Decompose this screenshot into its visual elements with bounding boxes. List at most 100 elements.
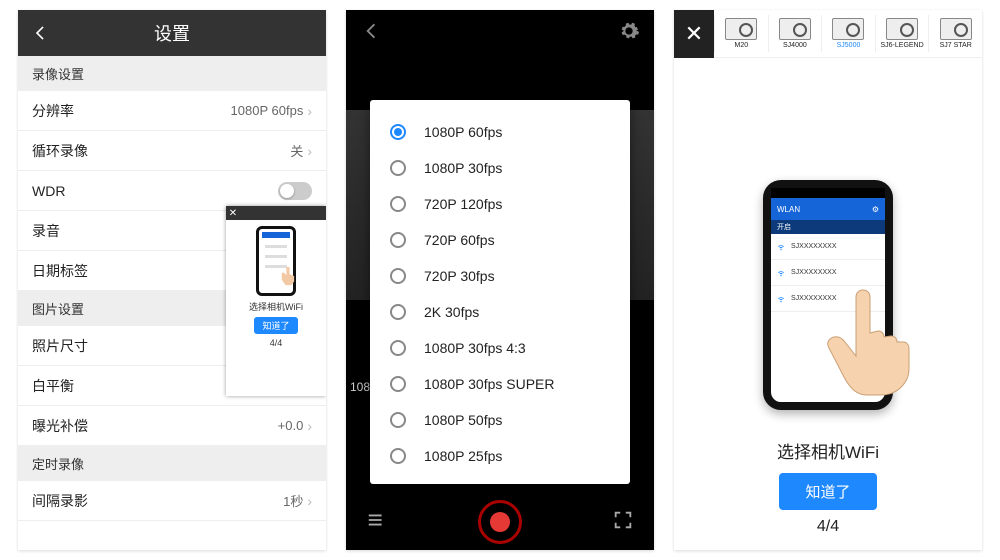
back-button[interactable] [30, 10, 50, 56]
tutorial-caption: 选择相机WiFi [777, 438, 879, 463]
resolution-option[interactable]: 1080P 30fps 4:3 [380, 330, 620, 366]
back-button[interactable] [360, 20, 382, 47]
camera-tab[interactable]: SJ6-LEGEND [875, 15, 929, 52]
wifi-tutorial-panel: ✕ M20 SJ4000 SJ5000 SJ6-LEGEND SJ7 STAR WLAN… [674, 10, 982, 550]
row-wdr[interactable]: WDR [18, 171, 326, 211]
section-video: 录像设置 [18, 56, 326, 91]
resolution-option[interactable]: 2K 30fps [380, 294, 620, 330]
hand-pointer-icon [823, 280, 943, 400]
mini-tutorial-overlay: ✕ 选择相机WiFi 知道了 4/4 [226, 206, 326, 396]
resolution-option[interactable]: 720P 120fps [380, 186, 620, 222]
radio-icon [390, 196, 406, 212]
chevron-right-icon: › [307, 103, 312, 119]
phone-gear-icon: ⚙ [872, 205, 879, 214]
wifi-icon [777, 243, 785, 251]
row-label: 日期标签 [32, 261, 88, 281]
row-value: 1080P 60fps [231, 103, 304, 118]
camera-tab[interactable]: SJ7 STAR [928, 15, 982, 52]
mini-pager: 4/4 [270, 338, 283, 348]
close-icon[interactable]: ✕ [226, 206, 240, 220]
wdr-toggle[interactable] [278, 182, 312, 200]
mini-caption: 选择相机WiFi [249, 300, 303, 313]
option-label: 1080P 50fps [424, 412, 502, 428]
camera-tab[interactable]: SJ5000 [821, 15, 875, 52]
settings-header: 设置 [18, 10, 326, 56]
radio-icon [390, 340, 406, 356]
radio-icon [390, 160, 406, 176]
radio-icon [390, 304, 406, 320]
option-label: 1080P 30fps [424, 160, 502, 176]
resolution-option[interactable]: 720P 60fps [380, 222, 620, 258]
ok-button[interactable]: 知道了 [779, 473, 876, 510]
mini-header: ✕ [226, 206, 326, 220]
radio-icon [390, 376, 406, 392]
chevron-right-icon: › [307, 493, 312, 509]
row-value: +0.0 [278, 418, 304, 433]
phone-wlan-title: WLAN [777, 205, 800, 214]
chevron-right-icon: › [307, 418, 312, 434]
row-loop[interactable]: 循环录像 关› [18, 131, 326, 171]
option-label: 1080P 30fps SUPER [424, 376, 555, 392]
row-label: 照片尺寸 [32, 336, 88, 356]
camera-tab[interactable]: SJ4000 [768, 15, 822, 52]
resolution-option[interactable]: 1080P 60fps [380, 114, 620, 150]
fullscreen-icon[interactable] [612, 509, 634, 536]
resolution-option[interactable]: 1080P 25fps [380, 438, 620, 474]
settings-title: 设置 [154, 20, 190, 46]
radio-icon [390, 124, 406, 140]
radio-icon [390, 268, 406, 284]
camera-label: SJ7 STAR [940, 42, 972, 49]
option-label: 1080P 60fps [424, 124, 502, 140]
wifi-icon [777, 269, 785, 277]
resolution-option[interactable]: 1080P 50fps [380, 402, 620, 438]
camera-label: SJ5000 [837, 42, 861, 49]
camera-icon [832, 18, 864, 40]
wifi-list-item: SJXXXXXXXX [771, 234, 885, 260]
phone-wlan-sub: 开启 [771, 220, 885, 234]
camera-icon [725, 18, 757, 40]
row-label: WDR [32, 183, 65, 199]
menu-icon[interactable] [366, 509, 388, 536]
tutorial-body: WLAN ⚙ 开启 SJXXXXXXXXSJXXXXXXXXSJXXXXXXXX… [674, 70, 982, 550]
camera-selector-bar: ✕ M20 SJ4000 SJ5000 SJ6-LEGEND SJ7 STAR [674, 10, 982, 58]
settings-panel: 设置 录像设置 分辨率 1080P 60fps› 循环录像 关› WDR 录音 … [18, 10, 326, 550]
row-label: 录音 [32, 221, 60, 241]
radio-icon [390, 412, 406, 428]
chevron-right-icon: › [307, 143, 312, 159]
camera-label: M20 [734, 42, 748, 49]
option-label: 1080P 25fps [424, 448, 502, 464]
option-label: 1080P 30fps 4:3 [424, 340, 526, 356]
mini-phone-illustration [256, 226, 296, 296]
record-button[interactable] [478, 500, 522, 544]
row-value: 1秒 [283, 491, 303, 510]
wifi-icon [777, 295, 785, 303]
row-label: 间隔录影 [32, 491, 88, 511]
camera-icon [779, 18, 811, 40]
row-label: 分辨率 [32, 101, 74, 121]
option-label: 2K 30fps [424, 304, 479, 320]
camera-icon [886, 18, 918, 40]
mini-ok-button[interactable]: 知道了 [254, 317, 297, 334]
hand-icon [279, 265, 301, 287]
row-label: 曝光补偿 [32, 416, 88, 436]
option-label: 720P 120fps [424, 196, 502, 212]
close-button[interactable]: ✕ [674, 10, 714, 58]
row-resolution[interactable]: 分辨率 1080P 60fps› [18, 91, 326, 131]
camera-icon [940, 18, 972, 40]
row-label: 循环录像 [32, 141, 88, 161]
section-timer: 定时录像 [18, 446, 326, 481]
resolution-option[interactable]: 1080P 30fps [380, 150, 620, 186]
gear-icon[interactable] [618, 20, 640, 47]
camera-label: SJ4000 [783, 42, 807, 49]
tutorial-pager: 4/4 [817, 518, 839, 536]
resolution-picker-panel: 108 1080P 60fps1080P 30fps720P 120fps720… [346, 10, 654, 550]
resolution-dialog: 1080P 60fps 1080P 30fps 720P 120fps 720P 60… [370, 100, 630, 484]
resolution-option[interactable]: 720P 30fps [380, 258, 620, 294]
row-interval[interactable]: 间隔录影 1秒› [18, 481, 326, 521]
resolution-option[interactable]: 1080P 30fps SUPER [380, 366, 620, 402]
option-label: 720P 30fps [424, 268, 495, 284]
row-ev[interactable]: 曝光补偿 +0.0› [18, 406, 326, 446]
camera-tabs: M20 SJ4000 SJ5000 SJ6-LEGEND SJ7 STAR [714, 15, 982, 52]
radio-icon [390, 448, 406, 464]
camera-tab[interactable]: M20 [714, 15, 768, 52]
